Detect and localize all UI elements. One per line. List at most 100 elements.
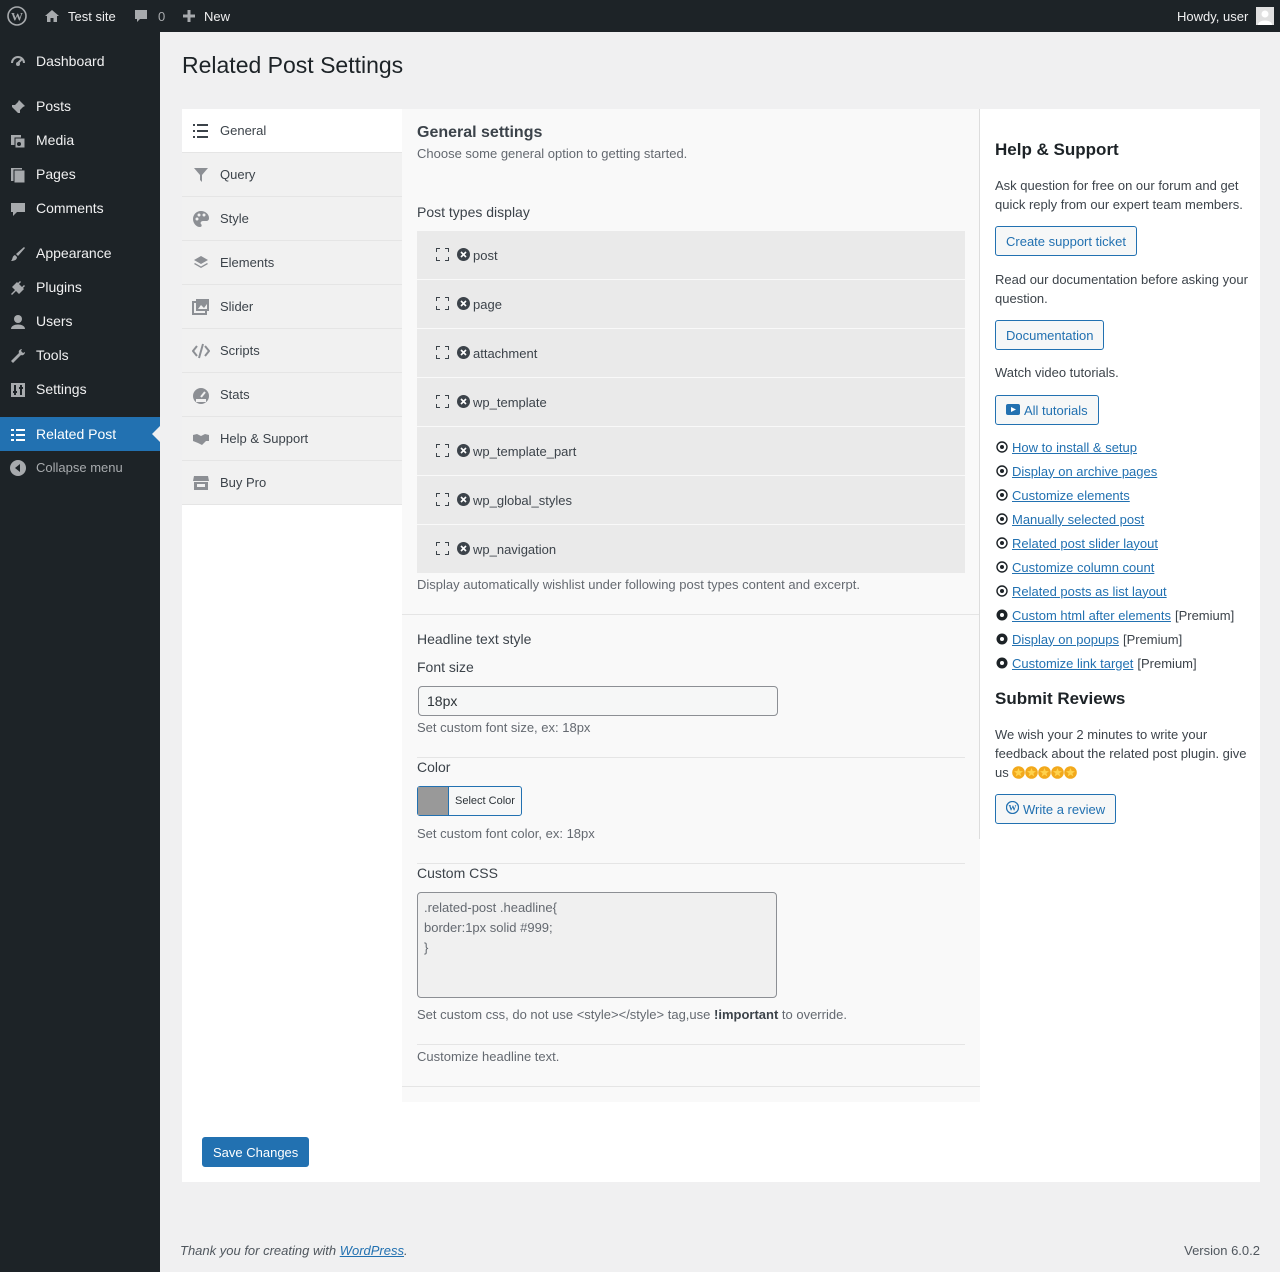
tutorial-link[interactable]: Customize elements: [1012, 488, 1130, 503]
select-color-button[interactable]: Select Color: [417, 786, 522, 816]
dot-circle-icon: [996, 441, 1008, 453]
divider: [402, 1086, 980, 1087]
post-type-item[interactable]: post: [417, 231, 965, 279]
tutorial-link[interactable]: Display on popups: [1012, 632, 1119, 647]
save-changes-button[interactable]: Save Changes: [202, 1137, 310, 1167]
move-icon[interactable]: [435, 394, 450, 409]
reviews-title: Submit Reviews: [995, 689, 1126, 708]
move-icon[interactable]: [435, 296, 450, 311]
menu-label: Posts: [36, 98, 72, 114]
tutorial-link[interactable]: Customize link target: [1012, 656, 1133, 671]
tab-slider[interactable]: Slider: [182, 285, 402, 329]
footer-thanks-text: Thank you for creating with: [180, 1243, 340, 1258]
post-type-name: attachment: [473, 345, 538, 361]
remove-icon[interactable]: [457, 346, 470, 359]
wordpress-icon: W: [1005, 800, 1020, 817]
filter-icon: [192, 166, 210, 184]
post-type-item[interactable]: attachment: [417, 329, 965, 377]
tab-stats[interactable]: Stats: [182, 373, 402, 417]
tab-general[interactable]: General: [182, 109, 402, 153]
tab-buy-pro[interactable]: Buy Pro: [182, 461, 402, 505]
plus-icon: [182, 9, 196, 23]
tab-scripts[interactable]: Scripts: [182, 329, 402, 373]
new-label: New: [204, 8, 231, 24]
post-type-item[interactable]: wp_navigation: [417, 525, 965, 573]
menu-item-settings[interactable]: Settings: [0, 372, 160, 406]
post-type-name: page: [473, 296, 502, 312]
remove-icon[interactable]: [457, 542, 470, 555]
tab-query[interactable]: Query: [182, 153, 402, 197]
menu-item-pages[interactable]: Pages: [0, 157, 160, 191]
write-review-button[interactable]: W Write a review: [995, 794, 1117, 824]
move-icon[interactable]: [435, 345, 450, 360]
general-settings-section: General settings Choose some general opt…: [402, 109, 980, 1102]
tutorial-link[interactable]: How to install & setup: [1012, 440, 1137, 455]
menu-item-comments[interactable]: Comments: [0, 191, 160, 225]
move-icon[interactable]: [435, 541, 450, 556]
footer-thanks: Thank you for creating with WordPress.: [180, 1243, 408, 1258]
post-type-item[interactable]: wp_template_part: [417, 427, 965, 475]
menu-item-users[interactable]: Users: [0, 304, 160, 338]
font-size-input[interactable]: [418, 686, 778, 716]
menu-item-dashboard[interactable]: Dashboard: [0, 44, 160, 78]
tab-style[interactable]: Style: [182, 197, 402, 241]
tab-elements[interactable]: Elements: [182, 241, 402, 285]
five-stars: [1012, 765, 1078, 780]
account-menu[interactable]: Howdy, user: [1177, 0, 1275, 32]
select-color-label: Select Color: [455, 795, 515, 807]
remove-icon[interactable]: [457, 395, 470, 408]
menu-item-plugins[interactable]: Plugins: [0, 270, 160, 304]
menu-label: Comments: [36, 200, 104, 216]
new-content-link[interactable]: New: [182, 0, 230, 32]
remove-icon[interactable]: [457, 493, 470, 506]
remove-icon[interactable]: [457, 297, 470, 310]
all-tutorials-button[interactable]: All tutorials: [995, 395, 1099, 425]
tutorial-link[interactable]: Related posts as list layout: [1012, 584, 1167, 599]
menu-item-tools[interactable]: Tools: [0, 338, 160, 372]
tutorial-link[interactable]: Display on archive pages: [1012, 464, 1157, 479]
tab-label: Buy Pro: [220, 475, 267, 490]
move-icon[interactable]: [435, 247, 450, 262]
css-desc-text: Set custom css, do not use <style></styl…: [417, 1007, 714, 1022]
tutorial-link[interactable]: Customize column count: [1012, 560, 1154, 575]
remove-icon[interactable]: [457, 444, 470, 457]
wordpress-link[interactable]: WordPress: [340, 1243, 404, 1258]
tutorial-link[interactable]: Related post slider layout: [1012, 536, 1158, 551]
post-type-name: wp_template_part: [473, 443, 577, 459]
all-tutorials-label: All tutorials: [1024, 402, 1088, 418]
wordpress-logo-icon[interactable]: W: [7, 0, 27, 32]
palette-icon: [192, 210, 210, 228]
tab-label: General: [220, 123, 267, 138]
tab-help-support[interactable]: Help & Support: [182, 417, 402, 461]
menu-item-media[interactable]: Media: [0, 123, 160, 157]
post-type-name: wp_global_styles: [473, 492, 573, 508]
menu-item-appearance[interactable]: Appearance: [0, 236, 160, 270]
tab-label: Query: [220, 167, 256, 182]
create-support-ticket-button[interactable]: Create support ticket: [995, 226, 1137, 256]
custom-css-textarea[interactable]: [417, 892, 777, 998]
tutorial-item: Customize link target [Premium]: [996, 653, 1197, 673]
post-type-item[interactable]: wp_global_styles: [417, 476, 965, 524]
tab-label: Stats: [220, 387, 250, 402]
tutorial-link[interactable]: Custom html after elements: [1012, 608, 1171, 623]
filled-circle-icon: [996, 657, 1008, 669]
remove-icon[interactable]: [457, 248, 470, 261]
documentation-button[interactable]: Documentation: [995, 320, 1105, 350]
move-icon[interactable]: [435, 443, 450, 458]
menu-item-related-post[interactable]: Related Post: [0, 417, 160, 451]
menu-item-posts[interactable]: Posts: [0, 89, 160, 123]
move-icon[interactable]: [435, 492, 450, 507]
font-size-description: Set custom font size, ex: 18px: [417, 720, 591, 735]
footer: Thank you for creating with WordPress. V…: [180, 1243, 1260, 1258]
collapse-menu-button[interactable]: Collapse menu: [0, 450, 160, 484]
post-type-item[interactable]: wp_template: [417, 378, 965, 426]
comments-link[interactable]: 0: [133, 0, 165, 32]
dot-circle-icon: [996, 465, 1008, 477]
post-type-name: wp_template: [473, 394, 547, 410]
site-name-link[interactable]: Test site: [44, 0, 116, 32]
custom-css-label: Custom CSS: [417, 865, 498, 881]
tutorial-link[interactable]: Manually selected post: [1012, 512, 1144, 527]
divider: [417, 1044, 965, 1045]
post-type-item[interactable]: page: [417, 280, 965, 328]
write-review-label: Write a review: [1023, 801, 1106, 817]
